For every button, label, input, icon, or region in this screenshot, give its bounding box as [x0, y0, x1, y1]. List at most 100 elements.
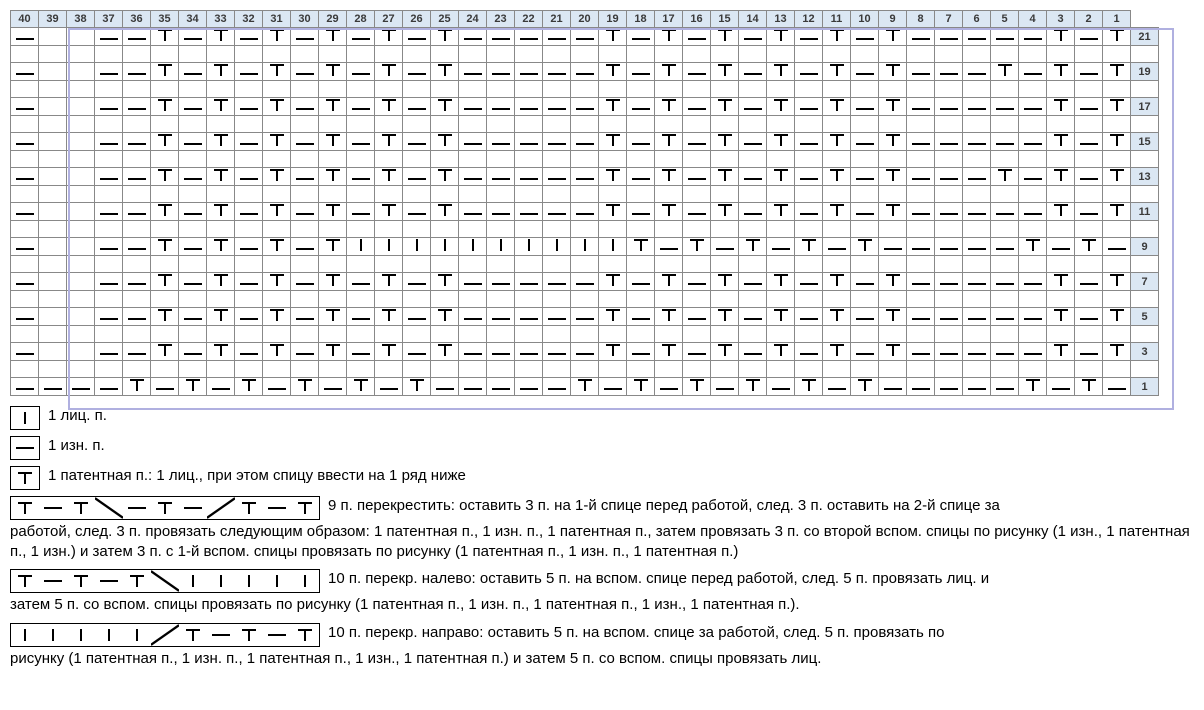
chart-cell	[823, 343, 851, 361]
chart-cell	[571, 273, 599, 291]
chart-cell-gap	[543, 256, 571, 273]
chart-cell-gap	[179, 81, 207, 98]
chart-cell	[655, 273, 683, 291]
chart-cell	[515, 63, 543, 81]
chart-cell-gap	[1019, 46, 1047, 63]
chart-cell	[39, 98, 67, 116]
chart-cell	[515, 133, 543, 151]
chart-cell-gap	[1047, 46, 1075, 63]
chart-cell-gap	[879, 256, 907, 273]
chart-cell	[459, 343, 487, 361]
chart-cell-gap	[11, 46, 39, 63]
chart-cell	[235, 28, 263, 46]
chart-cell-gap	[123, 46, 151, 63]
chart-cell	[11, 63, 39, 81]
chart-cell-gap	[235, 186, 263, 203]
chart-cell	[991, 378, 1019, 396]
chart-cell-gap	[627, 221, 655, 238]
chart-cell	[767, 63, 795, 81]
chart-cell	[823, 238, 851, 256]
chart-cell-gap	[11, 116, 39, 133]
chart-cell	[711, 273, 739, 291]
chart-cell	[375, 168, 403, 186]
chart-cell-gap	[515, 221, 543, 238]
chart-cell	[151, 378, 179, 396]
chart-cell	[207, 28, 235, 46]
chart-cell-gap	[1019, 116, 1047, 133]
chart-cell	[991, 168, 1019, 186]
legend-label: 10 п. перекр. направо: оставить 5 п. на …	[328, 623, 945, 643]
chart-cell-gap	[515, 116, 543, 133]
chart-cell	[459, 63, 487, 81]
chart-cell	[823, 168, 851, 186]
chart-cell	[851, 133, 879, 151]
chart-cell	[291, 63, 319, 81]
chart-cell-gap	[711, 326, 739, 343]
col-header: 38	[67, 11, 95, 28]
row-label: 13	[1131, 168, 1159, 186]
chart-cell	[347, 63, 375, 81]
chart-cell-gap	[95, 186, 123, 203]
chart-cell	[879, 168, 907, 186]
chart-cell-gap	[879, 46, 907, 63]
chart-cell-gap	[123, 361, 151, 378]
chart-cell	[403, 343, 431, 361]
col-header: 29	[319, 11, 347, 28]
chart-cell	[319, 238, 347, 256]
chart-cell-gap	[907, 221, 935, 238]
chart-cell-gap	[291, 116, 319, 133]
legend-row: 9 п. перекрестить: оставить 3 п. на 1-й …	[10, 496, 1194, 520]
chart-cell	[95, 28, 123, 46]
chart-cell-gap	[515, 81, 543, 98]
chart-cell-gap	[851, 291, 879, 308]
col-header: 28	[347, 11, 375, 28]
chart-cell	[907, 203, 935, 221]
chart-cell	[935, 238, 963, 256]
col-header: 12	[795, 11, 823, 28]
chart-cell	[67, 343, 95, 361]
chart-cell-gap	[571, 186, 599, 203]
chart-cell-gap	[963, 361, 991, 378]
chart-cell-gap	[67, 291, 95, 308]
chart-cell	[207, 273, 235, 291]
chart-cell-gap	[39, 116, 67, 133]
chart-cell	[655, 343, 683, 361]
chart-cell-gap	[151, 256, 179, 273]
col-header: 40	[11, 11, 39, 28]
chart-cell-gap	[683, 291, 711, 308]
col-header: 4	[1019, 11, 1047, 28]
chart-cell-gap	[263, 81, 291, 98]
chart-cell	[1047, 343, 1075, 361]
chart-cell	[403, 378, 431, 396]
chart-cell-gap	[319, 46, 347, 63]
chart-cell-gap	[179, 291, 207, 308]
chart-cell-gap	[683, 151, 711, 168]
chart-cell	[123, 203, 151, 221]
chart-cell-gap	[1047, 186, 1075, 203]
chart-cell-gap	[963, 256, 991, 273]
chart-cell-gap	[95, 361, 123, 378]
chart-cell-gap	[1103, 221, 1131, 238]
chart-cell	[151, 308, 179, 326]
chart-cell	[795, 203, 823, 221]
chart-cell-gap	[1075, 291, 1103, 308]
chart-cell-gap	[235, 326, 263, 343]
chart-cell	[347, 28, 375, 46]
chart-cell-gap	[459, 221, 487, 238]
legend-symbol	[10, 466, 40, 490]
chart-cell-gap	[711, 46, 739, 63]
chart-cell-gap	[1019, 256, 1047, 273]
chart-cell-gap	[1075, 116, 1103, 133]
chart-cell-gap	[151, 46, 179, 63]
chart-cell	[963, 133, 991, 151]
legend-row: 1 изн. п.	[10, 436, 1194, 460]
chart-cell	[991, 98, 1019, 116]
chart-cell	[711, 378, 739, 396]
col-header: 11	[823, 11, 851, 28]
chart-cell	[431, 98, 459, 116]
chart-cell	[907, 238, 935, 256]
chart-cell-gap	[599, 256, 627, 273]
chart-cell	[1075, 133, 1103, 151]
chart-cell	[403, 273, 431, 291]
chart-cell-gap	[375, 46, 403, 63]
